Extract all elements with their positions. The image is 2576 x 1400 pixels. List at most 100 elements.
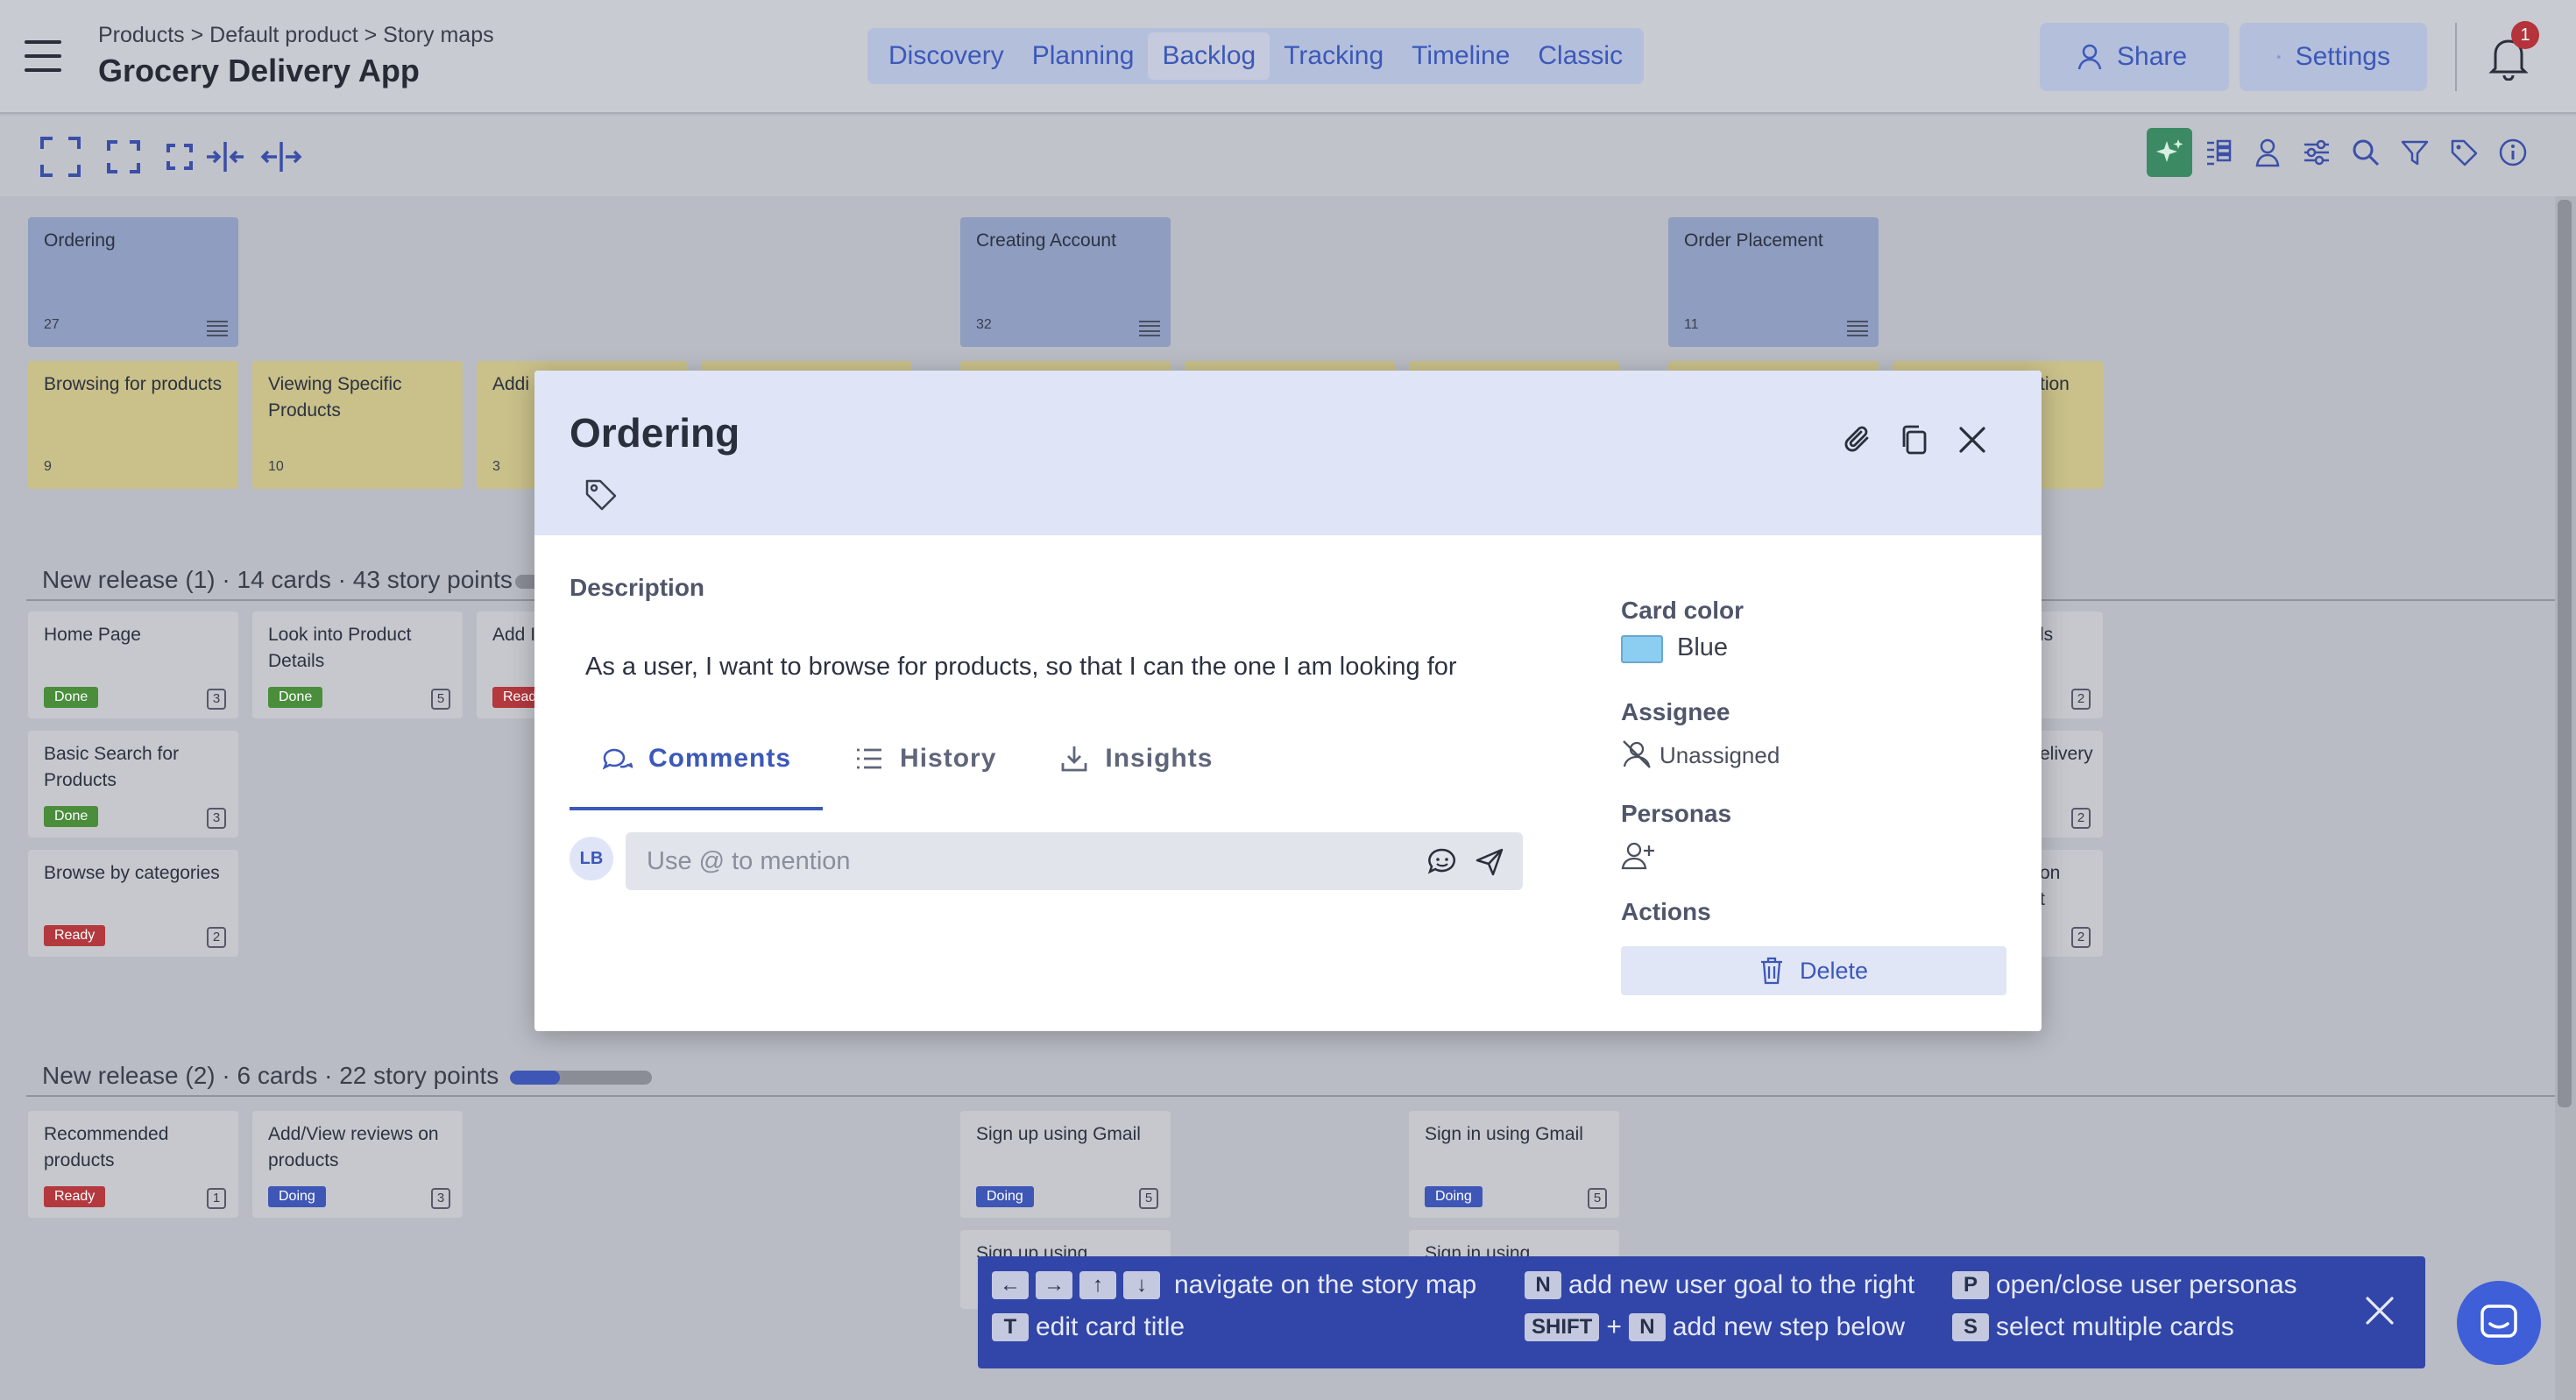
- story-title: Sign up using Gmail: [976, 1124, 1141, 1144]
- send-icon[interactable]: [1472, 845, 1507, 880]
- goal-card[interactable]: Creating Account 32: [960, 217, 1171, 347]
- goal-card[interactable]: Ordering 27: [28, 217, 238, 347]
- comment-input[interactable]: [647, 841, 1418, 881]
- story-points: 3: [207, 808, 226, 829]
- tag-icon[interactable]: [584, 477, 619, 513]
- trash-icon: [1760, 957, 1782, 985]
- persona-icon[interactable]: [2245, 128, 2290, 177]
- story-title: ls: [2040, 625, 2054, 645]
- expand-steps-icon[interactable]: [102, 135, 145, 179]
- story-title: Add/View reviews on products: [268, 1124, 439, 1170]
- story-title: Browse by categories: [44, 863, 220, 883]
- avatar[interactable]: LB: [570, 837, 613, 880]
- story-title: Basic Search for Products: [44, 744, 180, 790]
- step-card[interactable]: Viewing Specific Products 10: [252, 361, 463, 489]
- status-badge: Ready: [44, 925, 106, 946]
- close-icon[interactable]: [1952, 420, 1992, 460]
- description-text[interactable]: As a user, I want to browse for products…: [585, 653, 1457, 682]
- tab-history[interactable]: History: [823, 744, 1028, 810]
- menu-icon[interactable]: [207, 321, 228, 336]
- sliders-icon[interactable]: [2294, 128, 2339, 177]
- assignee-label: Assignee: [1621, 698, 1730, 725]
- goal-card[interactable]: Order Placement 11: [1668, 217, 1879, 347]
- chat-support-icon[interactable]: [2457, 1281, 2541, 1365]
- story-card[interactable]: Sign up using Gmail Doing 5: [960, 1111, 1171, 1218]
- attachment-icon[interactable]: [1838, 420, 1879, 460]
- story-card[interactable]: Add/View reviews on products Doing 3: [252, 1111, 463, 1218]
- tab-insights[interactable]: Insights: [1028, 744, 1244, 810]
- view-tabs: Discovery Planning Backlog Tracking Time…: [867, 28, 1645, 84]
- tab-discovery[interactable]: Discovery: [874, 32, 1018, 80]
- assignee-value[interactable]: Unassigned: [1660, 742, 1780, 769]
- history-list-icon: [857, 748, 882, 769]
- toolbar-right: [2147, 128, 2536, 177]
- step-title: tion: [2040, 374, 2070, 394]
- story-points: 3: [431, 1188, 450, 1209]
- tab-history-label: History: [900, 744, 997, 773]
- collapse-icon[interactable]: [158, 135, 202, 179]
- card-color-value[interactable]: Blue: [1677, 633, 1728, 662]
- close-icon[interactable]: [2362, 1293, 2397, 1328]
- step-card[interactable]: Browsing for products 9: [28, 361, 238, 489]
- step-title: Viewing Specific Products: [268, 374, 402, 421]
- story-card[interactable]: Sign in using Gmail Doing 5: [1409, 1111, 1619, 1218]
- status-badge: Doing: [1425, 1186, 1483, 1207]
- expand-all-icon[interactable]: [39, 135, 82, 179]
- emoji-icon[interactable]: [1425, 845, 1460, 880]
- release-2-title[interactable]: New release (2) · 6 cards · 22 story poi…: [42, 1062, 499, 1090]
- modal-tabs: Comments History Insights: [570, 744, 1532, 810]
- list-view-icon[interactable]: [2196, 128, 2241, 177]
- gear-icon: [2276, 54, 2282, 60]
- menu-icon[interactable]: [1847, 321, 1868, 336]
- breadcrumb[interactable]: Products > Default product > Story maps: [98, 23, 494, 48]
- tab-comments[interactable]: Comments: [570, 744, 824, 810]
- story-points: 2: [2071, 689, 2091, 710]
- tab-timeline[interactable]: Timeline: [1398, 32, 1524, 80]
- story-points: 2: [2071, 927, 2091, 948]
- add-persona-icon[interactable]: [1621, 840, 1656, 872]
- story-card[interactable]: Browse by categories Ready 2: [28, 850, 238, 957]
- header-divider: [2455, 23, 2457, 91]
- arrow-up-key-icon: ↑: [1079, 1271, 1116, 1299]
- tag-icon[interactable]: [2441, 128, 2487, 177]
- card-color-swatch[interactable]: [1621, 635, 1663, 663]
- story-card[interactable]: Look into Product Details Done 5: [252, 612, 463, 718]
- shortcut-add-goal-text: add new user goal to the right: [1568, 1270, 1915, 1299]
- shortcut-key: S: [1952, 1313, 1989, 1341]
- delete-button[interactable]: Delete: [1621, 946, 2006, 995]
- filter-icon[interactable]: [2392, 128, 2438, 177]
- tab-backlog[interactable]: Backlog: [1148, 32, 1270, 80]
- goal-title: Order Placement: [1684, 230, 1823, 251]
- story-card[interactable]: Recommended products Ready 1: [28, 1111, 238, 1218]
- search-icon[interactable]: [2343, 128, 2388, 177]
- shortcut-personas-text: open/close user personas: [1996, 1270, 2297, 1299]
- info-icon[interactable]: [2490, 128, 2536, 177]
- release-2-progress-fill: [510, 1071, 560, 1085]
- release-1-title[interactable]: New release (1) · 14 cards · 43 story po…: [42, 566, 513, 594]
- modal-title[interactable]: Ordering: [570, 409, 740, 456]
- duplicate-icon[interactable]: [1894, 420, 1935, 460]
- tab-planning[interactable]: Planning: [1018, 32, 1149, 80]
- menu-icon[interactable]: [1139, 321, 1160, 336]
- story-points: 1: [207, 1188, 226, 1209]
- settings-button[interactable]: Settings: [2240, 23, 2427, 91]
- tab-classic[interactable]: Classic: [1524, 32, 1637, 80]
- step-title: Browsing for products: [44, 374, 223, 394]
- unassigned-user-icon[interactable]: [1621, 739, 1652, 770]
- status-badge: Done: [268, 687, 323, 708]
- story-card[interactable]: Home Page Done 3: [28, 612, 238, 718]
- story-card[interactable]: Basic Search for Products Done 3: [28, 731, 238, 838]
- tab-tracking[interactable]: Tracking: [1270, 32, 1398, 80]
- collapse-columns-icon[interactable]: [203, 135, 247, 179]
- ai-sparkle-icon[interactable]: [2147, 128, 2192, 177]
- tab-comments-label: Comments: [648, 744, 792, 773]
- share-button[interactable]: Share: [2040, 23, 2229, 91]
- shortcut-personas: P open/close user personas: [1952, 1270, 2297, 1300]
- status-badge: Doing: [268, 1186, 326, 1207]
- scrollbar-thumb[interactable]: [2558, 200, 2572, 1107]
- story-points: 5: [1588, 1188, 1607, 1209]
- hamburger-menu-icon[interactable]: [25, 40, 61, 72]
- story-title: Look into Product Details: [268, 625, 412, 671]
- expand-columns-icon[interactable]: [259, 135, 303, 179]
- shortcut-add-goal: N add new user goal to the right: [1525, 1270, 1914, 1300]
